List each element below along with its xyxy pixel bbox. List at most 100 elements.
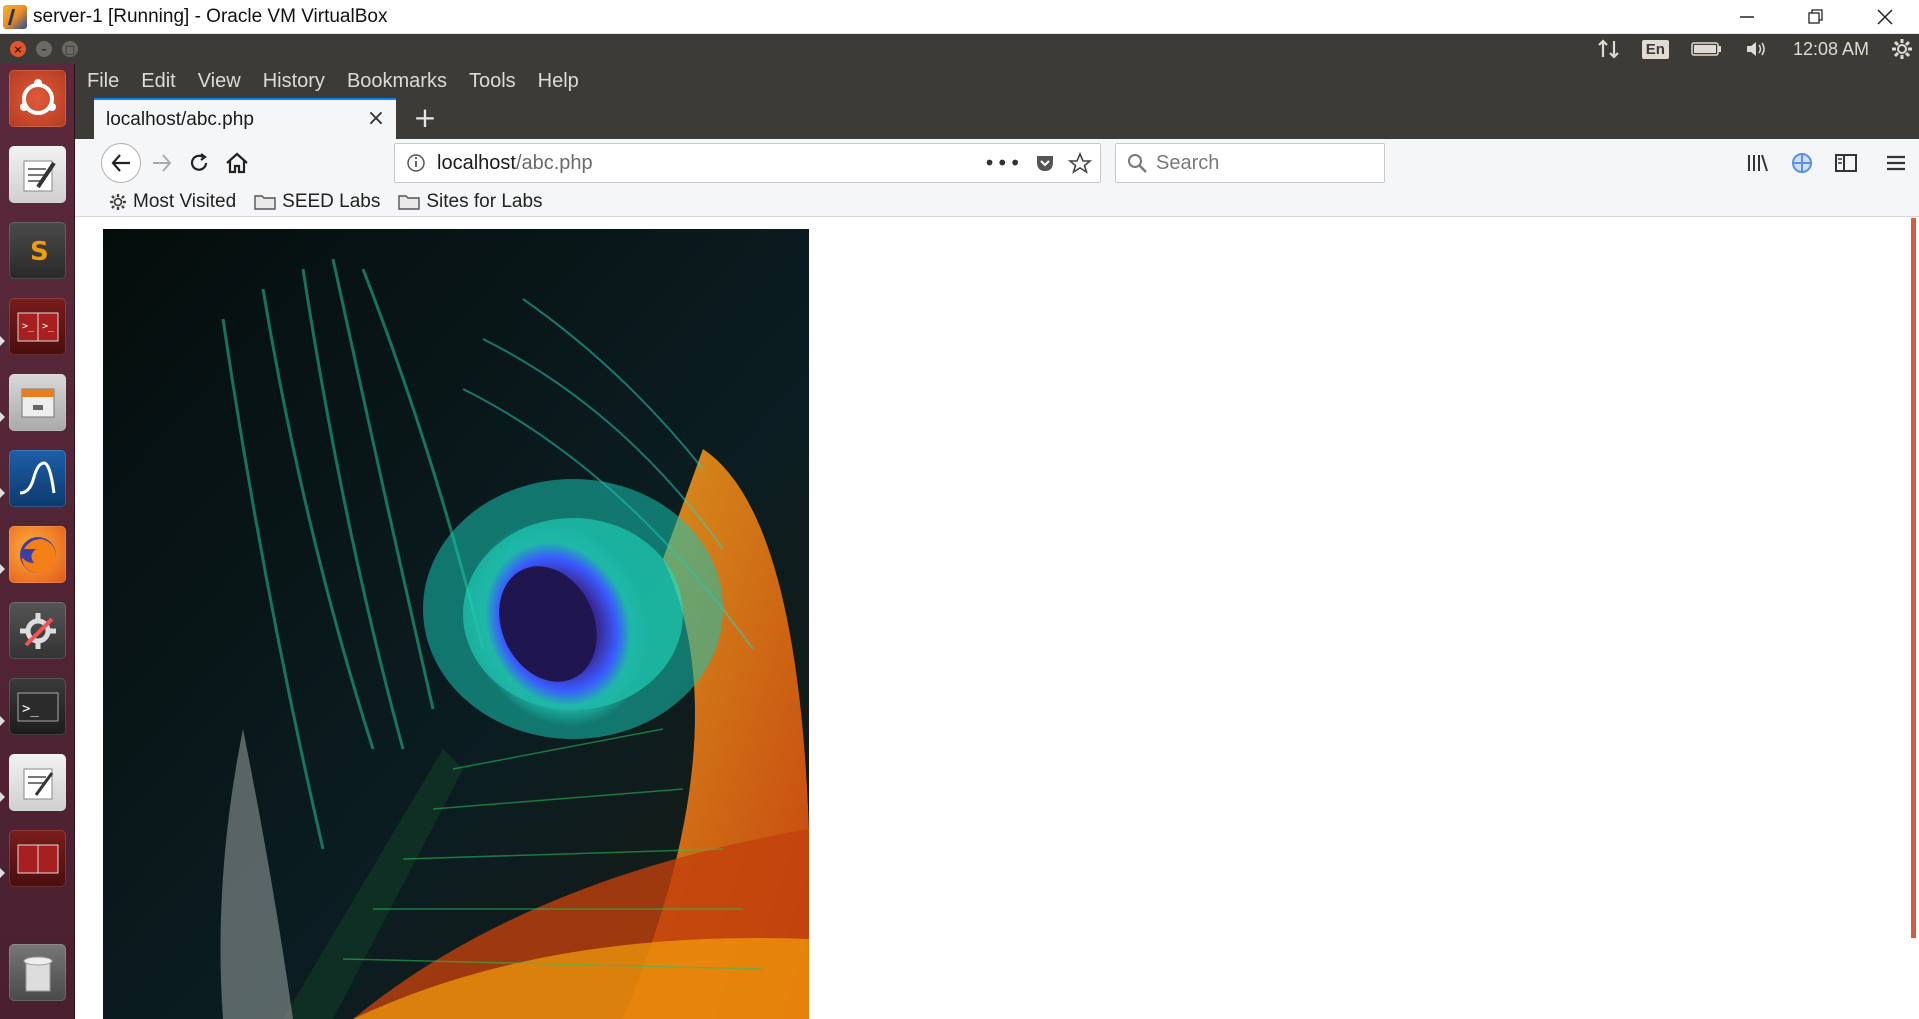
bookmark-sites-for-labs[interactable]: Sites for Labs (398, 190, 543, 213)
terminal-red-icon[interactable]: >_ >_ (9, 298, 66, 355)
sidebar-icon (1835, 154, 1857, 172)
menu-bookmarks[interactable]: Bookmarks (347, 70, 447, 93)
minimize-button[interactable] (1712, 0, 1781, 34)
menu-history[interactable]: History (263, 70, 325, 93)
url-host: localhost (437, 151, 516, 174)
sublime-text-icon[interactable]: S (9, 222, 66, 279)
url-bar-actions: ••• (984, 144, 1092, 182)
ubuntu-top-panel: × – □ En 12:08 AM (0, 34, 1919, 64)
folder-icon (398, 194, 421, 210)
svg-text:>_: >_ (22, 321, 35, 332)
close-icon (1876, 9, 1893, 25)
host-window-controls (1712, 0, 1919, 34)
tab-active[interactable]: localhost/abc.php × (94, 98, 396, 139)
vm-window-minimize-button[interactable]: – (36, 41, 52, 57)
vm-window-close-button[interactable]: × (10, 41, 26, 57)
keyboard-layout-label: En (1641, 39, 1669, 59)
clock[interactable]: 12:08 AM (1793, 39, 1869, 60)
folder-icon (254, 194, 276, 210)
bookmark-label: Sites for Labs (426, 190, 543, 212)
sidebar-button[interactable] (1829, 146, 1863, 180)
hamburger-menu-button[interactable] (1879, 146, 1913, 180)
svg-text:>_: >_ (42, 321, 55, 332)
bookmark-most-visited[interactable]: Most Visited (109, 191, 236, 213)
minimize-icon (1739, 16, 1754, 18)
browser-menubar: File Edit View History Bookmarks Tools H… (75, 64, 1919, 98)
launcher-running-indicator (0, 716, 5, 726)
system-settings-icon[interactable] (9, 602, 66, 659)
terminal-red-2-icon[interactable] (9, 830, 66, 887)
keyboard-layout-indicator[interactable]: En (1641, 39, 1669, 59)
back-arrow-icon (111, 154, 130, 172)
volume-icon[interactable] (1745, 39, 1771, 59)
firefox-icon[interactable] (9, 526, 66, 583)
search-bar[interactable]: Search (1115, 143, 1385, 183)
text-editor-2-icon[interactable] (9, 754, 66, 811)
home-button[interactable] (220, 146, 254, 180)
close-button[interactable] (1850, 0, 1919, 34)
unity-launcher: S >_ >_ >_ (0, 64, 75, 1019)
virtualbox-icon (3, 4, 27, 29)
site-info-icon[interactable] (405, 152, 427, 174)
trash-icon[interactable] (9, 944, 66, 1001)
library-icon (1748, 154, 1768, 172)
menu-edit[interactable]: Edit (141, 70, 175, 93)
tab-strip: localhost/abc.php × + (75, 98, 1919, 139)
forward-arrow-icon (153, 154, 172, 172)
reload-button[interactable] (182, 146, 216, 180)
bookmarks-toolbar: Most Visited SEED Labs Sites for Labs (75, 187, 1919, 217)
bookmark-label: SEED Labs (282, 190, 381, 212)
battery-icon[interactable] (1691, 41, 1723, 57)
reload-icon (190, 153, 208, 171)
search-placeholder: Search (1156, 151, 1220, 174)
launcher-running-indicator (0, 488, 5, 498)
session-gear-icon[interactable] (1891, 38, 1913, 60)
page-actions-icon[interactable]: ••• (984, 151, 1022, 175)
text-editor-icon[interactable] (9, 146, 66, 203)
svg-text:S: S (30, 237, 49, 267)
new-tab-button[interactable]: + (410, 104, 440, 134)
menu-file[interactable]: File (87, 70, 119, 93)
wireshark-icon[interactable] (9, 450, 66, 507)
menu-tools[interactable]: Tools (469, 70, 516, 93)
svg-text:>_: >_ (22, 701, 39, 717)
sync-button[interactable] (1785, 146, 1819, 180)
url-path: /abc.php (515, 151, 593, 174)
launcher-running-indicator (0, 564, 5, 574)
forward-button[interactable] (145, 146, 179, 180)
launcher-running-indicator (0, 792, 5, 802)
menu-view[interactable]: View (198, 70, 241, 93)
network-icon[interactable] (1597, 39, 1620, 59)
toolbar-right (1741, 139, 1919, 187)
vm-window-maximize-button[interactable]: □ (62, 41, 78, 57)
launcher-running-indicator (0, 412, 5, 422)
host-window-title: server-1 [Running] - Oracle VM VirtualBo… (33, 5, 388, 27)
restore-icon (1807, 9, 1823, 24)
host-titlebar: server-1 [Running] - Oracle VM VirtualBo… (0, 0, 1919, 34)
bookmark-star-icon[interactable] (1068, 152, 1092, 174)
page-content (75, 218, 1919, 1019)
search-icon (1128, 154, 1147, 173)
bookmark-seed-labs[interactable]: SEED Labs (254, 191, 380, 213)
launcher-running-indicator (0, 336, 5, 346)
navigation-toolbar: localhost/abc.php ••• Search (75, 139, 1919, 187)
menu-help[interactable]: Help (538, 70, 579, 93)
home-icon (226, 152, 248, 174)
pocket-icon[interactable] (1034, 152, 1056, 174)
bookmark-label: Most Visited (133, 190, 237, 212)
back-button[interactable] (101, 143, 141, 183)
library-button[interactable] (1741, 146, 1775, 180)
indicator-area: En 12:08 AM (1597, 34, 1919, 64)
launcher-running-indicator (0, 868, 5, 878)
sync-icon (1792, 153, 1812, 173)
terminal-icon[interactable]: >_ (9, 678, 66, 735)
restore-button[interactable] (1781, 0, 1850, 34)
peacock-feather-image (103, 229, 809, 1019)
files-icon[interactable] (9, 374, 66, 431)
ubuntu-dash-icon[interactable] (9, 70, 66, 127)
scrollbar[interactable] (1911, 218, 1916, 938)
url-bar[interactable]: localhost/abc.php ••• (394, 143, 1101, 183)
url-text[interactable]: localhost/abc.php (437, 152, 593, 175)
tab-close-icon[interactable]: × (366, 108, 386, 130)
tab-title: localhost/abc.php (106, 108, 254, 130)
